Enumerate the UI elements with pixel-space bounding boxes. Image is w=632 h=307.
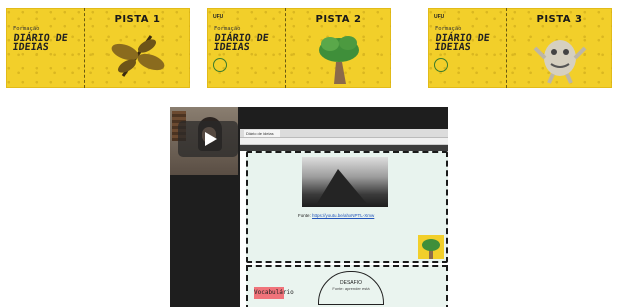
creature-icon (533, 40, 587, 84)
ufu-logo: UFU (213, 14, 224, 20)
stamp-icon (434, 58, 448, 72)
source-link[interactable]: https://youtu.be/ahxNPTL-Xmw (312, 213, 374, 218)
desafio-text: Fonte: aprender está (332, 286, 370, 291)
slide-secondary: Vocabulário DESAFIO Fonte: aprender está (246, 265, 448, 307)
tab-bar: Diário de ideias (240, 129, 448, 138)
browser-window: Diário de ideias Fonte: https://youtu.be… (240, 129, 448, 307)
address-bar[interactable] (240, 138, 448, 145)
vocabulario-tag: Vocabulário (254, 287, 294, 299)
pista-card-3: UFU Formação DIÁRIO DE IDEIAS PISTA 3 (428, 8, 612, 88)
pista-title: PISTA 2 (315, 14, 362, 25)
tree-icon (319, 36, 359, 84)
stamp-icon (213, 58, 227, 72)
browser-tab[interactable]: Diário de ideias (244, 130, 280, 137)
tree-thumbnail-icon (418, 235, 444, 259)
desafio-box: DESAFIO Fonte: aprender está (318, 271, 384, 305)
video-screenshot: Diário de ideias Fonte: https://youtu.be… (170, 107, 448, 307)
diario-title: DIÁRIO DE IDEIAS (212, 33, 270, 53)
diario-title: DIÁRIO DE IDEIAS (11, 33, 69, 53)
dragonfly-icon (111, 35, 165, 77)
pista-title: PISTA 3 (536, 14, 583, 25)
diario-title: DIÁRIO DE IDEIAS (433, 33, 491, 53)
pista-title: PISTA 1 (114, 14, 161, 25)
pista-card-2: UFU Formação DIÁRIO DE IDEIAS PISTA 2 (207, 8, 391, 88)
ufu-logo: UFU (434, 14, 445, 20)
formacao-label: Formação (435, 26, 462, 32)
pista-card-1: Formação DIÁRIO DE IDEIAS PISTA 1 (6, 8, 190, 88)
slide-main: Fonte: https://youtu.be/ahxNPTL-Xmw (246, 151, 448, 263)
source-caption: Fonte: https://youtu.be/ahxNPTL-Xmw (298, 213, 375, 218)
formacao-label: Formação (13, 26, 40, 32)
play-button[interactable] (178, 121, 238, 157)
formacao-label: Formação (214, 26, 241, 32)
mountain-photo (302, 157, 388, 207)
